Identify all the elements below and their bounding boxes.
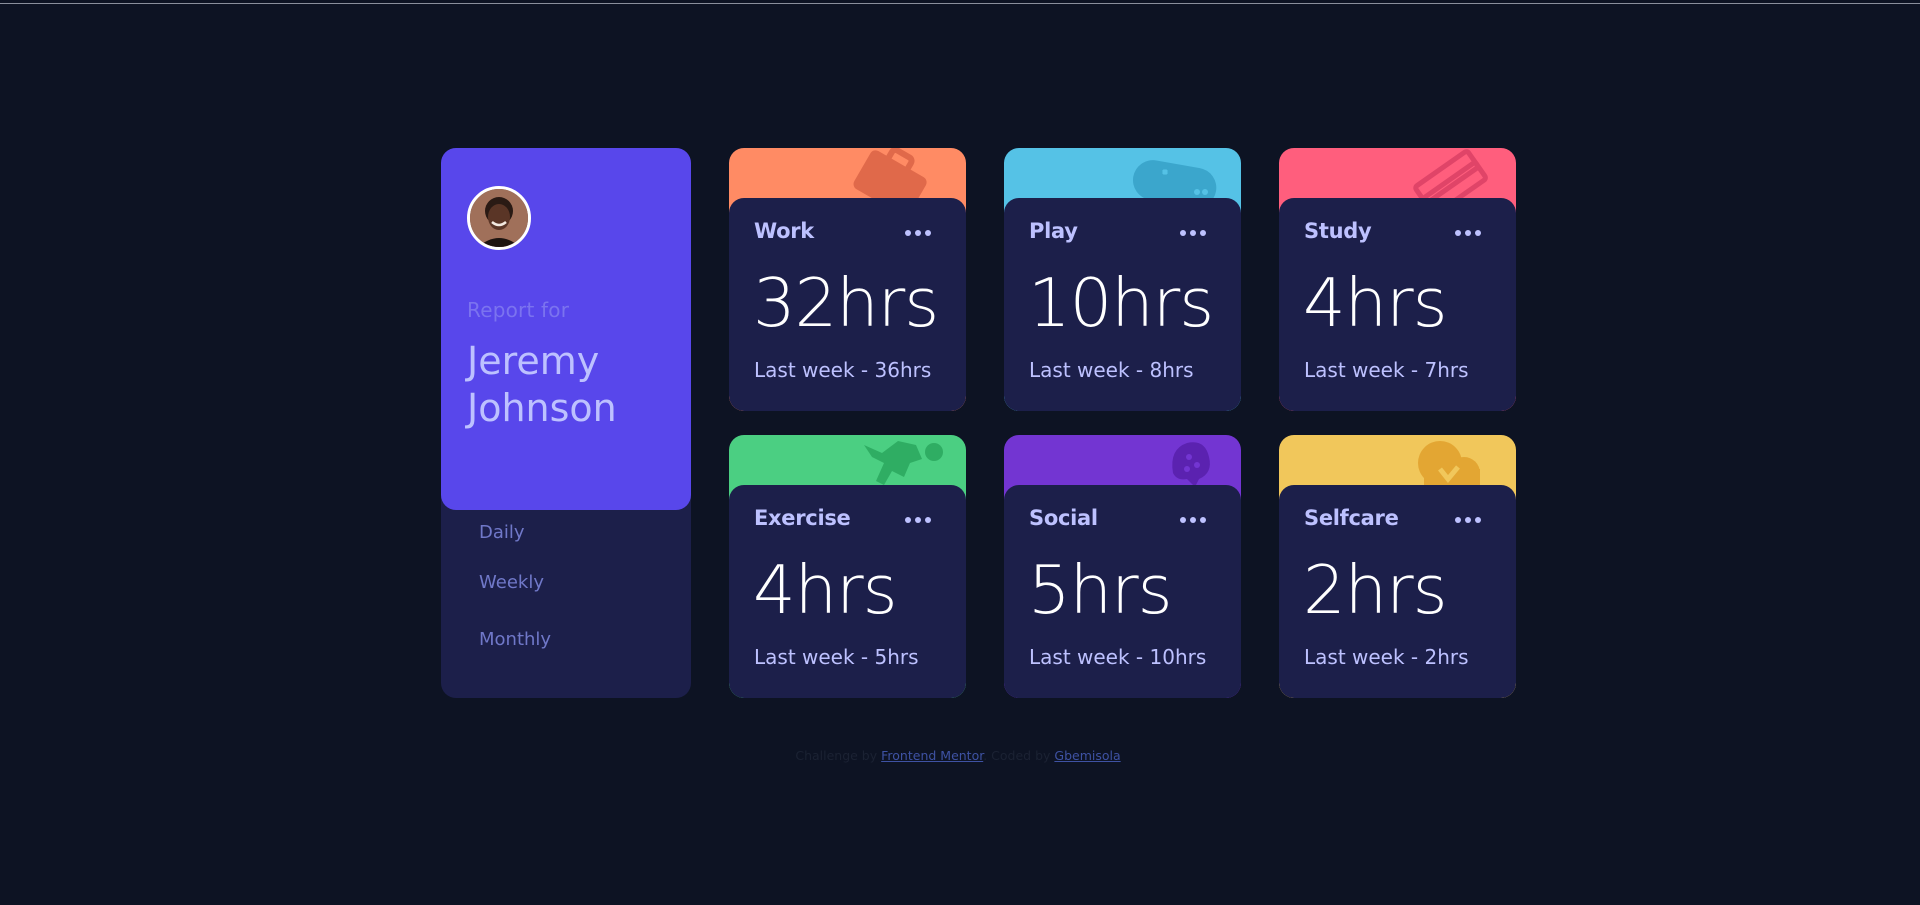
- ellipsis-icon[interactable]: [1178, 513, 1208, 527]
- current-hours: 4hrs: [1303, 264, 1448, 342]
- current-hours: 10hrs: [1028, 264, 1214, 342]
- selfcare-card-body: Selfcare 2hrs Last week - 2hrs: [1279, 485, 1516, 698]
- ellipsis-icon[interactable]: [903, 226, 933, 240]
- ellipsis-icon[interactable]: [1178, 226, 1208, 240]
- previous-hours: Last week - 36hrs: [754, 358, 932, 382]
- previous-hours: Last week - 5hrs: [754, 645, 919, 669]
- play-card-body: Play 10hrs Last week - 8hrs: [1004, 198, 1241, 411]
- card-work: Work 32hrs Last week - 36hrs: [729, 148, 966, 411]
- challenge-by-text: Challenge by: [795, 748, 878, 763]
- card-title: Selfcare: [1304, 506, 1399, 530]
- card-exercise: Exercise 4hrs Last week - 5hrs: [729, 435, 966, 698]
- current-hours: 4hrs: [753, 551, 898, 629]
- attribution-footer: Challenge by Frontend Mentor. Coded by G…: [0, 748, 1920, 763]
- current-hours: 5hrs: [1028, 551, 1173, 629]
- period-weekly[interactable]: Weekly: [479, 572, 544, 593]
- avatar-image: [470, 189, 528, 247]
- ellipsis-icon[interactable]: [903, 513, 933, 527]
- card-title: Exercise: [754, 506, 851, 530]
- card-title: Play: [1029, 219, 1078, 243]
- card-title: Social: [1029, 506, 1098, 530]
- report-for-label: Report for: [467, 298, 570, 322]
- card-title: Study: [1304, 219, 1372, 243]
- author-link[interactable]: Gbemisola: [1054, 748, 1120, 763]
- period-daily[interactable]: Daily: [479, 522, 525, 543]
- period-monthly[interactable]: Monthly: [479, 629, 551, 650]
- card-social: Social 5hrs Last week - 10hrs: [1004, 435, 1241, 698]
- previous-hours: Last week - 10hrs: [1029, 645, 1207, 669]
- study-card-body: Study 4hrs Last week - 7hrs: [1279, 198, 1516, 411]
- card-play: Play 10hrs Last week - 8hrs: [1004, 148, 1241, 411]
- window-top-border: [0, 3, 1920, 4]
- card-study: Study 4hrs Last week - 7hrs: [1279, 148, 1516, 411]
- card-title: Work: [754, 219, 814, 243]
- profile-header: Report for Jeremy Johnson: [441, 148, 691, 510]
- work-card-body: Work 32hrs Last week - 36hrs: [729, 198, 966, 411]
- current-hours: 32hrs: [753, 264, 939, 342]
- exercise-card-body: Exercise 4hrs Last week - 5hrs: [729, 485, 966, 698]
- previous-hours: Last week - 8hrs: [1029, 358, 1194, 382]
- coded-by-text: . Coded by: [983, 748, 1051, 763]
- ellipsis-icon[interactable]: [1453, 513, 1483, 527]
- avatar: [467, 186, 531, 250]
- card-selfcare: Selfcare 2hrs Last week - 2hrs: [1279, 435, 1516, 698]
- previous-hours: Last week - 2hrs: [1304, 645, 1469, 669]
- social-card-body: Social 5hrs Last week - 10hrs: [1004, 485, 1241, 698]
- current-hours: 2hrs: [1303, 551, 1448, 629]
- profile-card: Report for Jeremy Johnson Daily Weekly M…: [441, 148, 691, 698]
- ellipsis-icon[interactable]: [1453, 226, 1483, 240]
- frontend-mentor-link[interactable]: Frontend Mentor: [881, 748, 983, 763]
- user-name: Jeremy Johnson: [467, 339, 617, 430]
- previous-hours: Last week - 7hrs: [1304, 358, 1469, 382]
